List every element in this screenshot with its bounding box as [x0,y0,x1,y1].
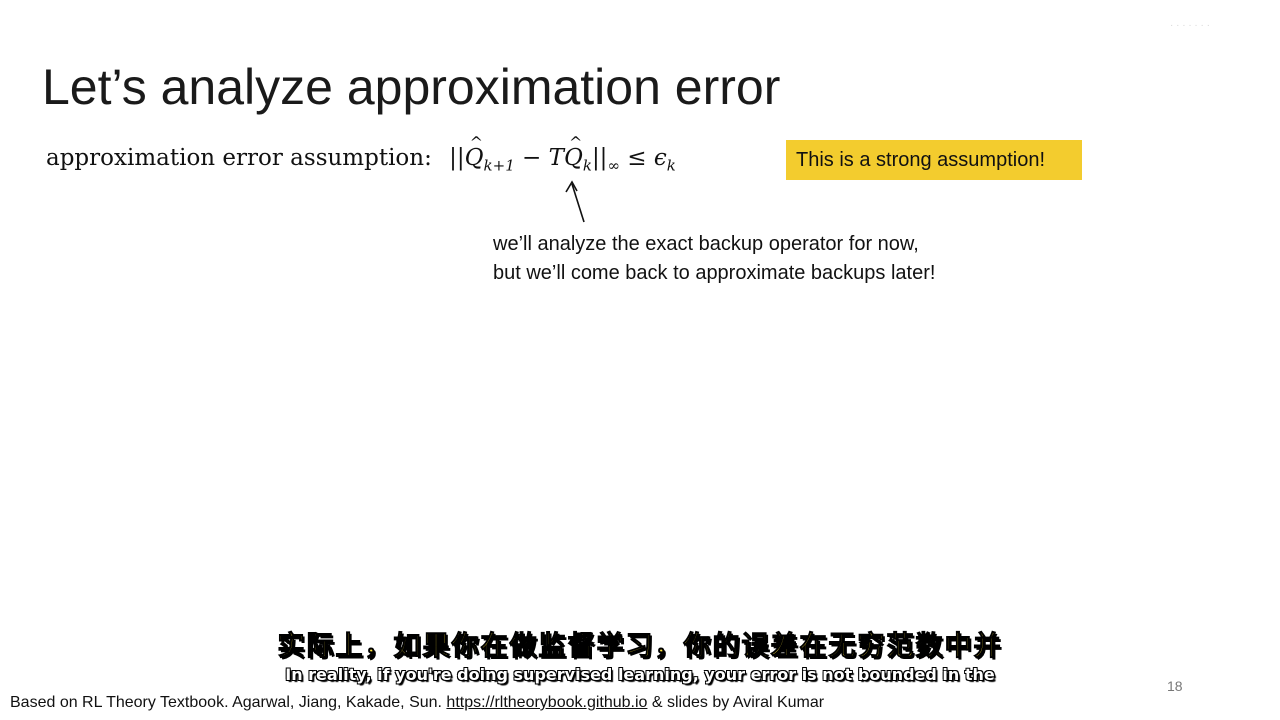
norm-close: || [591,145,608,171]
norm-open: || [449,145,465,171]
subtitle-english: In reality, if you're doing supervised l… [285,665,995,684]
subtitle-chinese: 实际上，如果你在做监督学习，你的误差在无穷范数中并 [277,631,1003,663]
q2-subscript: k [582,156,592,175]
footer-citation: Based on RL Theory Textbook. Agarwal, Ji… [10,694,824,712]
minus-sign: − [514,145,549,171]
epsilon-subscript: k [666,156,676,175]
footer-suffix: & slides by Aviral Kumar [647,694,825,711]
arrow-icon [565,180,585,223]
formula-expression: ||Qk+1 − TQk||∞ ≤ ϵk [449,133,676,175]
slide: · · · · · · · Let’s analyze approximatio… [0,0,1280,720]
rl-theory-book-link[interactable]: https://rltheorybook.github.io [446,694,647,711]
norm-subscript: ∞ [607,156,620,175]
epsilon: ϵ [653,145,667,171]
watermark: · · · · · · · [1170,20,1210,31]
note-line-2: but we’ll come back to approximate backu… [493,262,936,284]
footer-prefix: Based on RL Theory Textbook. Agarwal, Ji… [10,694,447,711]
q1-subscript: k+1 [483,156,515,175]
assumption-label: approximation error assumption: [46,145,432,171]
q-hat-1: Q [465,133,484,171]
backup-note: we’ll analyze the exact backup operator … [493,230,935,288]
strong-assumption-callout: This is a strong assumption! [786,140,1082,180]
leq-sign: ≤ [619,145,654,171]
assumption-formula: approximation error assumption: ||Qk+1 −… [46,133,676,175]
q-hat-2: Q [564,133,583,171]
page-number: 18 [1167,678,1183,694]
slide-title: Let’s analyze approximation error [42,59,781,115]
note-line-1: we’ll analyze the exact backup operator … [493,233,919,255]
operator-t: T [548,145,564,171]
